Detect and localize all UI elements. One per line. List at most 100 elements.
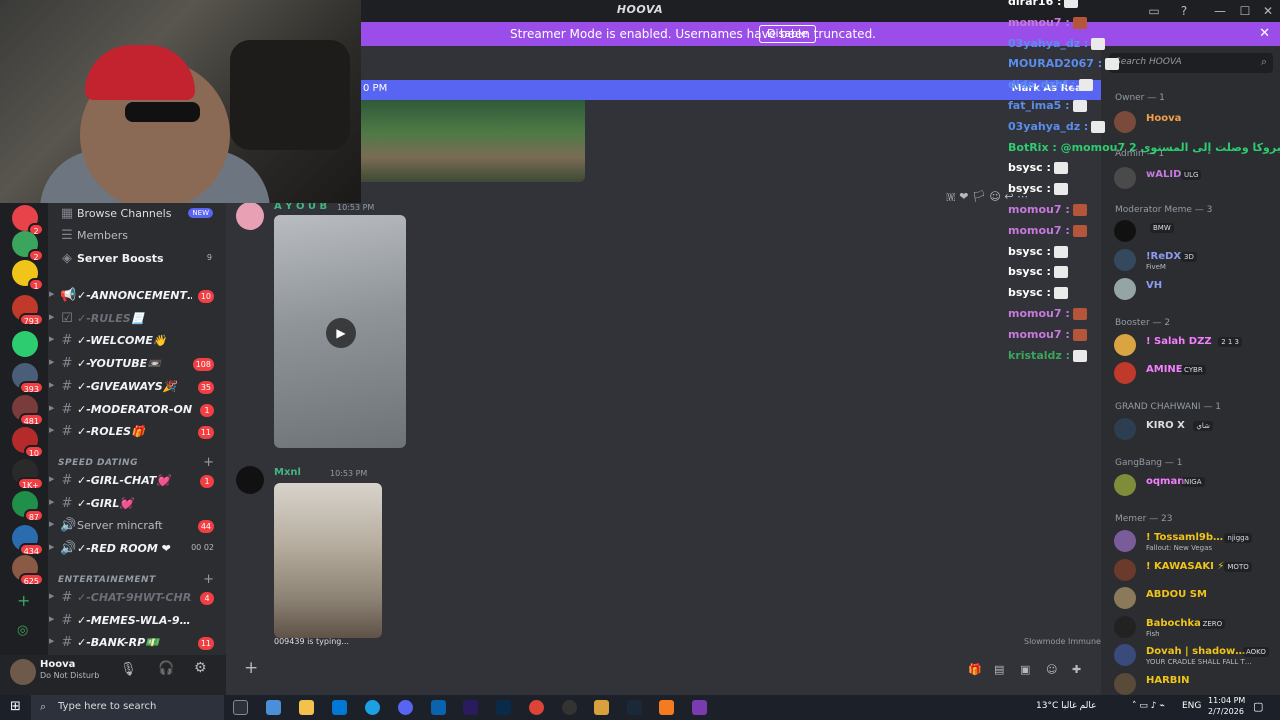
explore-icon[interactable]: ◎: [17, 623, 28, 638]
server-icon[interactable]: [12, 331, 38, 357]
store-icon[interactable]: [266, 700, 281, 715]
close-icon[interactable]: ✕: [1259, 26, 1270, 41]
members-link[interactable]: ☰ Members: [48, 225, 226, 247]
file-explorer-icon[interactable]: [299, 700, 314, 715]
avatar[interactable]: [236, 466, 264, 494]
channel-item[interactable]: ▶ 🔊 ✓-RED ROOM ❤ 00 02: [48, 538, 226, 560]
server-icon[interactable]: 10: [12, 427, 44, 458]
server-icon[interactable]: 481: [12, 395, 44, 426]
channel-item[interactable]: ▶ 📢 ✓-ANNONCEMENT… 10: [48, 285, 226, 307]
server-icon[interactable]: 2: [12, 205, 44, 236]
maximize-button[interactable]: ☐: [1233, 2, 1257, 20]
inbox-icon[interactable]: ▭: [1142, 2, 1166, 20]
channel-item[interactable]: ▶ # ✓-BANK-RP💵 11: [48, 632, 226, 654]
member-item[interactable]: ! KAWASAKI ⚡ MOTO: [1114, 558, 1274, 584]
member-item[interactable]: KIRO X شاي: [1114, 417, 1274, 443]
discord-icon[interactable]: [398, 700, 413, 715]
category-entertainement[interactable]: ENTERTAINEMENT: [58, 575, 156, 585]
headphones-icon[interactable]: 🎧: [158, 661, 174, 676]
play-icon[interactable]: ▶: [326, 318, 356, 348]
member-item[interactable]: Dovah | shadow… AOKO YOUR CRADLE SHALL FAL…: [1114, 643, 1274, 669]
server-icon[interactable]: 1K+: [12, 459, 44, 490]
obs-icon[interactable]: [562, 700, 577, 715]
edge-icon[interactable]: [365, 700, 380, 715]
member-item[interactable]: Hoova: [1114, 110, 1274, 136]
message-author[interactable]: Mxnl: [274, 467, 301, 478]
add-channel-icon[interactable]: +: [203, 572, 214, 587]
channel-item[interactable]: ▶ # ✓-MODERATOR-ON… 1: [48, 399, 226, 421]
member-item[interactable]: oqman NIGA: [1114, 473, 1274, 499]
member-item[interactable]: VH: [1114, 277, 1274, 303]
category-speed-dating[interactable]: SPEED DATING: [58, 458, 138, 468]
server-icon[interactable]: 625: [12, 555, 44, 586]
microphone-icon[interactable]: 🎙: [120, 662, 137, 677]
channel-item[interactable]: ▶ # ✓-WELCOME👋: [48, 330, 226, 352]
premiere-icon[interactable]: [463, 700, 478, 715]
member-item[interactable]: ! Salah DZZ 2 1 3: [1114, 333, 1274, 359]
chrome-icon[interactable]: [529, 700, 544, 715]
channel-item[interactable]: ▶ ☑ ✓-RULES📃: [48, 308, 226, 330]
channel-item[interactable]: ▶ 🔊 Server mincraft 44: [48, 515, 226, 537]
notifications-icon[interactable]: ▢: [1253, 700, 1263, 713]
emoji-icon[interactable]: ☺: [1046, 663, 1057, 676]
channel-item[interactable]: ▶ # ✓-YOUTUBE📼 108: [48, 353, 226, 375]
apps-icon[interactable]: ✚: [1072, 663, 1081, 676]
image-attachment[interactable]: [274, 483, 382, 638]
channel-item[interactable]: ▶ # ✓-CHAT-9HWT-CHR… 4: [48, 587, 226, 609]
member-item[interactable]: !ReDX 3D FiveM: [1114, 248, 1274, 274]
language-indicator[interactable]: ENG: [1182, 701, 1201, 711]
member-item[interactable]: AMINE CYBR: [1114, 361, 1274, 387]
member-item[interactable]: wALID ULG: [1114, 166, 1274, 192]
channel-item[interactable]: ▶ # ✓-ROLES🎁 11: [48, 421, 226, 443]
server-icon[interactable]: 87: [12, 491, 44, 522]
channel-item[interactable]: ▶ # ✓-GIRL-CHAT💓 1: [48, 470, 226, 492]
browse-channels[interactable]: ▦ Browse Channels NEW: [48, 203, 226, 225]
gift-icon[interactable]: 🎁: [968, 663, 982, 676]
app-icon[interactable]: [659, 700, 674, 715]
taskbar-search[interactable]: ⌕ Type here to search: [31, 695, 224, 720]
weather-widget[interactable]: 13°C عالم غالبا: [1036, 701, 1096, 711]
server-boosts[interactable]: ◈ Server Boosts 9: [48, 248, 226, 270]
server-icon[interactable]: 793: [12, 295, 44, 326]
add-attachment-icon[interactable]: +: [244, 658, 258, 678]
channel-item[interactable]: ▶ # ✓-MEMES-WLA-9…: [48, 610, 226, 632]
minimize-button[interactable]: —: [1208, 2, 1232, 20]
app-icon[interactable]: [692, 700, 707, 715]
new-messages-bar[interactable]: 0 PM Mark As Read: [361, 80, 1101, 100]
close-window-button[interactable]: ✕: [1256, 2, 1280, 20]
member-item[interactable]: Babochka ZERO Fish: [1114, 615, 1274, 641]
add-server-icon[interactable]: +: [17, 591, 30, 610]
gear-icon[interactable]: ⚙: [194, 660, 207, 676]
user-name[interactable]: Hoova: [40, 659, 75, 670]
tray-icons[interactable]: ˄ ▭ ♪ ⌁: [1132, 701, 1165, 711]
message-composer[interactable]: + 🎁 ▤ ▣ ☺ ✚: [226, 655, 1101, 695]
add-channel-icon[interactable]: +: [203, 455, 214, 470]
avatar[interactable]: [10, 659, 36, 685]
video-attachment[interactable]: ▶: [274, 215, 406, 448]
windows-start-icon[interactable]: ⊞: [10, 699, 21, 714]
channel-item[interactable]: ▶ # ✓-GIRL💓: [48, 493, 226, 515]
clock-date[interactable]: 2/7/2026: [1208, 707, 1244, 716]
server-icon[interactable]: 2: [12, 231, 44, 262]
steam-icon[interactable]: [627, 700, 642, 715]
app-icon[interactable]: [332, 700, 347, 715]
avatar[interactable]: [236, 202, 264, 230]
server-icon[interactable]: 434: [12, 525, 44, 556]
outlook-icon[interactable]: [431, 700, 446, 715]
help-icon[interactable]: ?: [1172, 2, 1196, 20]
app-icon[interactable]: [594, 700, 609, 715]
server-icon[interactable]: 393: [12, 363, 44, 394]
task-view-icon[interactable]: [233, 700, 248, 715]
member-item[interactable]: BMW: [1114, 219, 1274, 245]
gif-icon[interactable]: ▤: [994, 663, 1004, 676]
image-attachment[interactable]: [361, 100, 585, 182]
server-icon[interactable]: 1: [12, 260, 44, 291]
search-input[interactable]: Search HOOVA ⌕: [1109, 53, 1273, 73]
sticker-icon[interactable]: ▣: [1020, 663, 1030, 676]
member-item[interactable]: ABDOU SM: [1114, 586, 1274, 612]
channel-item[interactable]: ▶ # ✓-GIVEAWAYS🎉 35: [48, 376, 226, 398]
clock-time[interactable]: 11:04 PM: [1208, 696, 1245, 705]
photoshop-icon[interactable]: [496, 700, 511, 715]
disable-button[interactable]: Disable: [759, 25, 816, 43]
member-item[interactable]: ! Tossaml9b… njigga Fallout: New Vegas: [1114, 529, 1274, 555]
